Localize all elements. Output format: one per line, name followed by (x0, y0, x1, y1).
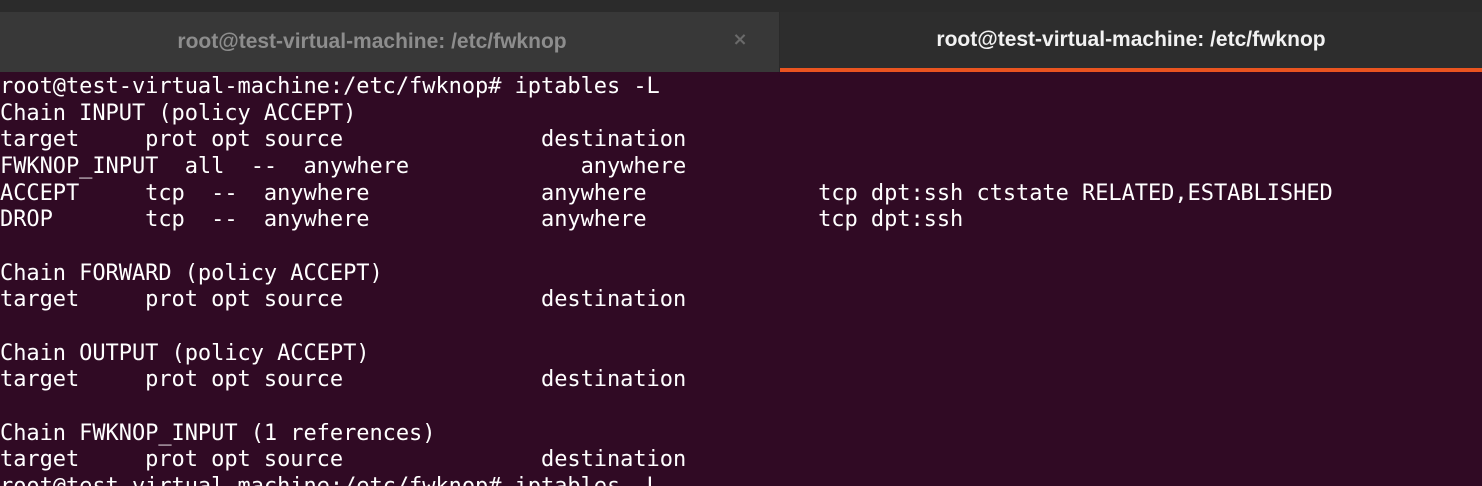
terminal-line: Chain INPUT (policy ACCEPT) (0, 101, 357, 126)
terminal-line: target prot opt source destination (0, 127, 687, 152)
tab-title: root@test-virtual-machine: /etc/fwknop (177, 30, 567, 53)
terminal-output[interactable]: root@test-virtual-machine:/etc/fwknop# i… (0, 72, 1482, 486)
terminal-line: Chain OUTPUT (policy ACCEPT) (0, 341, 370, 366)
terminal-line: FWKNOP_INPUT all -- anywhere anywhere (0, 154, 687, 179)
terminal-line: target prot opt source destination (0, 447, 687, 472)
tab-bar: root@test-virtual-machine: /etc/fwknop ×… (0, 12, 1482, 72)
close-icon[interactable]: × (730, 30, 750, 50)
terminal-line: Chain FWKNOP_INPUT (1 references) (0, 421, 436, 446)
terminal-window: root@test-virtual-machine: /etc/fwknop ×… (0, 0, 1482, 486)
terminal-line: target prot opt source destination (0, 367, 687, 392)
terminal-line: ACCEPT tcp -- anywhere anywhere tcp dpt:… (0, 181, 1333, 206)
terminal-line: target prot opt source destination (0, 287, 687, 312)
tab-active[interactable]: root@test-virtual-machine: /etc/fwknop (780, 12, 1482, 72)
terminal-line: Chain FORWARD (policy ACCEPT) (0, 261, 383, 286)
window-titlebar[interactable] (0, 0, 1482, 12)
tab-title: root@test-virtual-machine: /etc/fwknop (936, 28, 1326, 51)
terminal-line: root@test-virtual-machine:/etc/fwknop# i… (0, 474, 660, 486)
terminal-line: root@test-virtual-machine:/etc/fwknop# i… (0, 74, 660, 99)
terminal-line: DROP tcp -- anywhere anywhere tcp dpt:ss… (0, 207, 964, 232)
tab-inactive[interactable]: root@test-virtual-machine: /etc/fwknop × (0, 12, 780, 72)
